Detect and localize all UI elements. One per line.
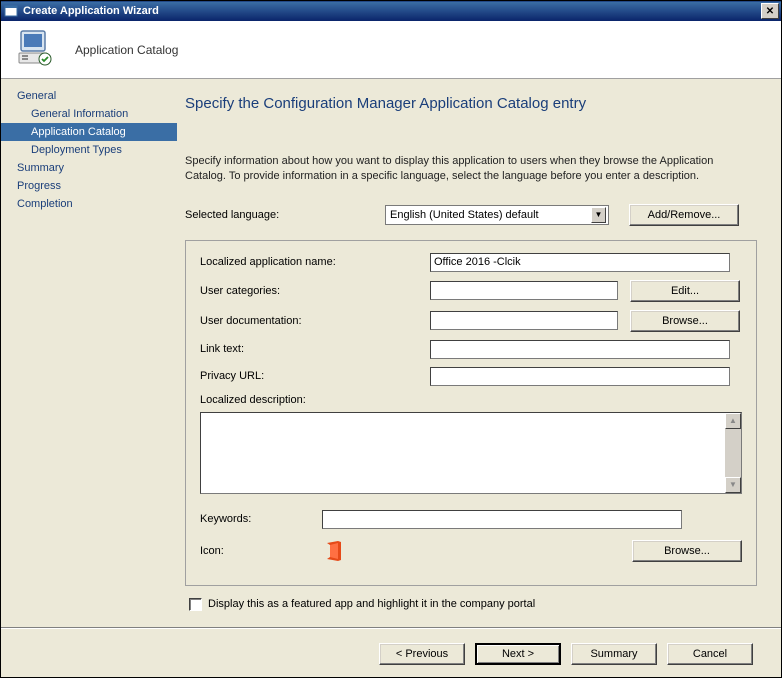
banner-title: Application Catalog: [75, 43, 178, 57]
browse-documentation-button[interactable]: Browse...: [630, 310, 740, 332]
sidebar-item-general-information[interactable]: General Information: [1, 105, 177, 123]
office-icon: [322, 539, 346, 563]
selected-language-value: English (United States) default: [390, 209, 539, 221]
user-categories-label: User categories:: [200, 285, 430, 297]
app-name-label: Localized application name:: [200, 256, 430, 268]
scroll-down-icon[interactable]: ▼: [725, 477, 741, 493]
app-icon: [3, 3, 19, 19]
featured-app-label: Display this as a featured app and highl…: [208, 598, 535, 610]
titlebar: Create Application Wizard ✕: [1, 1, 781, 21]
sidebar-item-summary[interactable]: Summary: [1, 159, 177, 177]
main-panel: Specify the Configuration Manager Applic…: [177, 79, 781, 609]
localized-description-label: Localized description:: [200, 394, 306, 406]
localized-description-textarea[interactable]: [201, 413, 725, 493]
user-documentation-label: User documentation:: [200, 315, 430, 327]
sidebar-item-application-catalog[interactable]: Application Catalog: [1, 123, 177, 141]
cancel-button[interactable]: Cancel: [667, 643, 753, 665]
chevron-down-icon: ▼: [591, 207, 606, 223]
icon-label: Icon:: [200, 545, 322, 557]
privacy-url-input[interactable]: [430, 367, 730, 386]
user-categories-input[interactable]: [430, 281, 618, 300]
link-text-label: Link text:: [200, 343, 430, 355]
privacy-url-label: Privacy URL:: [200, 370, 430, 382]
sidebar: General General Information Application …: [1, 79, 177, 609]
close-button[interactable]: ✕: [761, 3, 779, 19]
featured-app-checkbox[interactable]: [189, 598, 202, 611]
divider: [1, 627, 781, 629]
next-button[interactable]: Next >: [475, 643, 561, 665]
sidebar-item-general[interactable]: General: [1, 87, 177, 105]
scrollbar[interactable]: ▲ ▼: [725, 413, 741, 493]
previous-button[interactable]: < Previous: [379, 643, 465, 665]
scroll-up-icon[interactable]: ▲: [725, 413, 741, 429]
add-remove-button[interactable]: Add/Remove...: [629, 204, 739, 226]
edit-button[interactable]: Edit...: [630, 280, 740, 302]
button-bar: < Previous Next > Summary Cancel: [379, 643, 753, 665]
keywords-label: Keywords:: [200, 513, 320, 525]
keywords-input[interactable]: [322, 510, 682, 529]
link-text-input[interactable]: [430, 340, 730, 359]
sidebar-item-completion[interactable]: Completion: [1, 195, 177, 213]
instruction-text: Specify information about how you want t…: [185, 154, 757, 184]
sidebar-item-deployment-types[interactable]: Deployment Types: [1, 141, 177, 159]
banner: Application Catalog: [1, 21, 781, 79]
selected-language-label: Selected language:: [185, 209, 385, 221]
summary-button[interactable]: Summary: [571, 643, 657, 665]
fieldgroup: Localized application name: User categor…: [185, 240, 757, 586]
user-documentation-input[interactable]: [430, 311, 618, 330]
computer-icon: [15, 27, 57, 72]
window-title: Create Application Wizard: [23, 5, 761, 17]
app-name-input[interactable]: [430, 253, 730, 272]
sidebar-item-progress[interactable]: Progress: [1, 177, 177, 195]
selected-language-dropdown[interactable]: English (United States) default ▼: [385, 205, 609, 225]
page-title: Specify the Configuration Manager Applic…: [185, 95, 757, 112]
browse-icon-button[interactable]: Browse...: [632, 540, 742, 562]
